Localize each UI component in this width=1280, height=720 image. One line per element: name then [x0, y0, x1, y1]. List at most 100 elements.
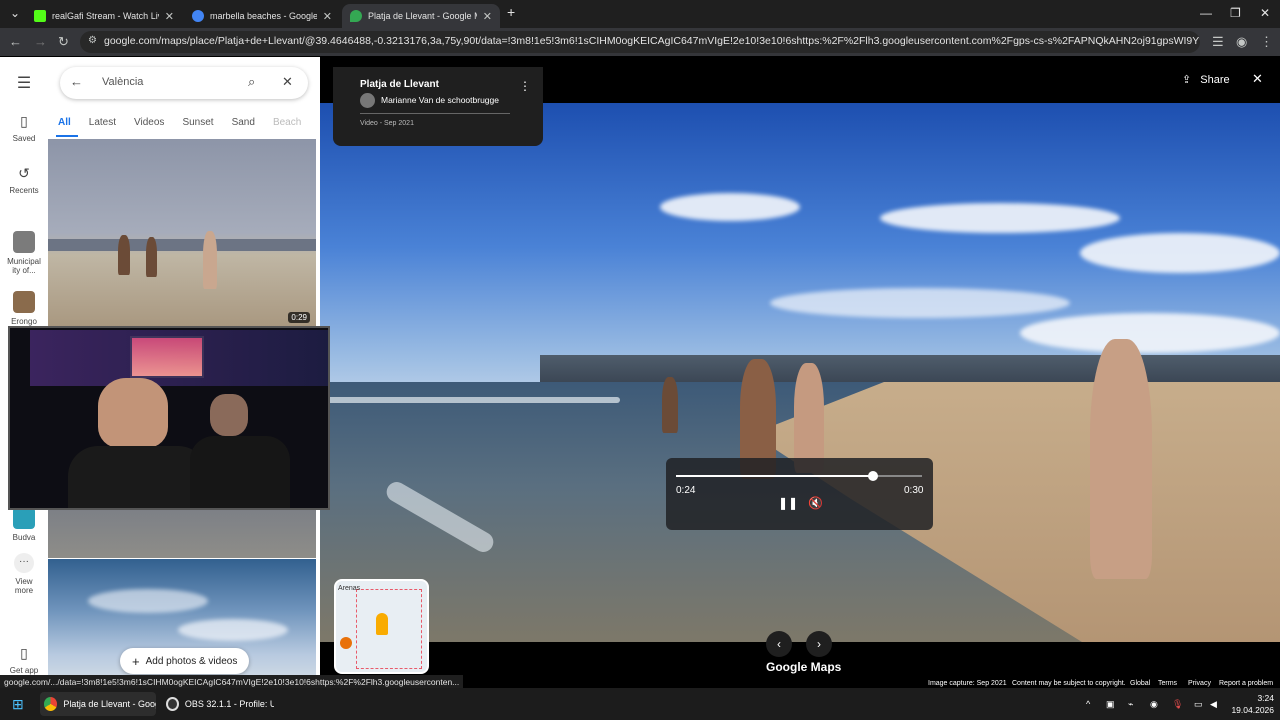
profile-icon[interactable]: ◉ — [1236, 34, 1247, 50]
address-text: google.com/maps/place/Platja+de+Llevant/… — [104, 35, 1200, 47]
rail-view-more[interactable]: ··· View more — [0, 553, 48, 595]
back-arrow-icon[interactable]: ← — [70, 74, 83, 89]
pause-icon[interactable]: ❚❚ — [778, 496, 798, 510]
tab-marbella[interactable]: marbella beaches - Google Sea ✕ — [184, 4, 340, 28]
cloud — [770, 288, 1070, 318]
footer-privacy-link[interactable]: Privacy — [1188, 680, 1211, 687]
author-name[interactable]: Marianne Van de schootbrugge — [381, 95, 499, 105]
rail-get-app[interactable]: ▯ Get app — [0, 645, 48, 675]
add-photos-button[interactable]: + Add photos & videos — [120, 648, 250, 674]
cloud — [88, 589, 208, 613]
search-box[interactable]: ← València ⌕ ✕ — [60, 67, 308, 99]
map-boundary — [356, 589, 422, 669]
windows-start-icon[interactable]: ⊞ — [12, 692, 24, 716]
place-thumbnail — [13, 231, 35, 253]
sea-strip — [48, 239, 316, 251]
kick-favicon-icon — [34, 10, 46, 22]
tab-strip: ⌄ realGafi Stream - Watch Live o ✕ marbe… — [0, 0, 1280, 28]
taskbar-obs[interactable]: OBS 32.1.1 - Profile: Unti — [162, 692, 274, 716]
taskbar-clock[interactable]: 3:24 19.04.2026 — [1222, 692, 1274, 716]
tab-title: marbella beaches - Google Sea — [210, 11, 317, 21]
footer-terms-link[interactable]: Terms — [1158, 680, 1177, 687]
person-figure — [662, 377, 678, 433]
microphone-icon[interactable]: 🎙 — [1172, 692, 1183, 716]
mini-map[interactable]: Arenas — [334, 579, 429, 674]
divider — [360, 113, 510, 114]
photo-thumbnail[interactable] — [48, 502, 316, 558]
close-tab-icon[interactable]: ✕ — [323, 10, 332, 23]
more-icon: ··· — [14, 553, 34, 573]
close-viewer-icon[interactable]: ✕ — [1252, 71, 1263, 87]
footer-report-link[interactable]: Report a problem — [1219, 680, 1273, 687]
back-icon[interactable]: ← — [9, 34, 22, 49]
new-tab-button[interactable]: + — [507, 4, 515, 20]
address-bar[interactable]: ⚙ google.com/maps/place/Platja+de+Llevan… — [80, 31, 1200, 53]
tab-all[interactable]: All — [58, 117, 71, 128]
close-window-icon[interactable]: ✕ — [1260, 6, 1270, 20]
maps-favicon-icon — [350, 10, 362, 22]
tab-realgafi[interactable]: realGafi Stream - Watch Live o ✕ — [26, 4, 182, 28]
search-input[interactable]: València — [102, 76, 143, 88]
footer-global-link[interactable]: Global — [1130, 680, 1150, 687]
streamer-head — [98, 378, 168, 448]
rail-saved[interactable]: ▯ Saved — [0, 113, 48, 143]
media-viewer[interactable]: ⇪ Share ✕ ‹ › Google Maps — [320, 57, 1280, 687]
cast-icon[interactable]: ☰ — [1212, 34, 1224, 50]
photo-info-card: Platja de Llevant ⋮ Marianne Van de scho… — [333, 67, 543, 146]
cloud — [880, 203, 1120, 233]
muted-icon[interactable]: 🔇 — [808, 496, 823, 510]
cloud — [1020, 313, 1280, 353]
site-info-icon[interactable]: ⚙ — [88, 35, 97, 46]
tab-search-icon[interactable]: ⌄ — [10, 6, 20, 20]
share-icon: ⇪ — [1182, 74, 1192, 86]
volume-icon[interactable]: ◀ — [1210, 692, 1217, 716]
tab-platja[interactable]: Platja de Llevant - Google M ✕ — [342, 4, 500, 28]
tab-title: Platja de Llevant - Google M — [368, 11, 477, 21]
windows-taskbar: ⊞ Platja de Llevant - Goog OBS 32.1.1 - … — [0, 688, 1280, 720]
tab-sand[interactable]: Sand — [232, 117, 255, 128]
rail-recent-budva[interactable]: Budva — [0, 507, 48, 542]
restaurant-pin-icon — [340, 637, 352, 649]
rail-recent-erongo[interactable]: Erongo — [0, 291, 48, 326]
taskbar-chrome[interactable]: Platja de Llevant - Goog — [40, 692, 156, 716]
security-icon[interactable]: ▣ — [1106, 692, 1115, 716]
tab-beach[interactable]: Beach — [273, 117, 301, 128]
restore-icon[interactable]: ❐ — [1230, 6, 1241, 20]
progress-track[interactable] — [676, 471, 922, 481]
minimize-icon[interactable]: — — [1200, 6, 1212, 20]
hamburger-menu-icon[interactable]: ☰ — [0, 73, 48, 93]
share-button[interactable]: ⇪ Share — [1182, 73, 1230, 86]
display-icon[interactable]: ▭ — [1194, 692, 1203, 716]
photo-thumbnail-video[interactable]: 0:29 — [48, 139, 316, 327]
more-options-icon[interactable]: ⋮ — [519, 79, 531, 93]
close-tab-icon[interactable]: ✕ — [483, 10, 492, 23]
forward-icon[interactable]: → — [34, 34, 47, 49]
streamer-body — [68, 446, 208, 508]
tab-latest[interactable]: Latest — [89, 117, 116, 128]
person-figure — [146, 237, 157, 277]
avatar[interactable] — [360, 93, 375, 108]
elapsed-time: 0:24 — [676, 485, 696, 496]
search-icon[interactable]: ⌕ — [248, 74, 255, 90]
clear-search-icon[interactable]: ✕ — [282, 74, 293, 90]
rail-recents[interactable]: ↺ Recents — [0, 165, 48, 195]
previous-photo-button[interactable]: ‹ — [766, 631, 792, 657]
photo-filter-tabs: All Latest Videos Sunset Sand Beach — [58, 117, 301, 128]
close-tab-icon[interactable]: ✕ — [165, 10, 174, 23]
google-favicon-icon — [192, 10, 204, 22]
tab-videos[interactable]: Videos — [134, 117, 164, 128]
person-body — [190, 436, 290, 508]
next-photo-button[interactable]: › — [806, 631, 832, 657]
tab-sunset[interactable]: Sunset — [182, 117, 213, 128]
reload-icon[interactable]: ↻ — [58, 34, 69, 50]
network-icon[interactable]: ⌁ — [1128, 692, 1133, 716]
show-hidden-icons[interactable]: ^ — [1086, 692, 1090, 716]
menu-dots-icon[interactable]: ⋮ — [1260, 34, 1273, 50]
copyright-notice: Content may be subject to copyright. — [1012, 680, 1126, 687]
browser-toolbar: ← → ↻ ⚙ google.com/maps/place/Platja+de+… — [0, 28, 1280, 56]
steam-icon[interactable]: ◉ — [1150, 692, 1158, 716]
rail-recent-municipality[interactable]: Municipal ity of... — [0, 231, 48, 275]
place-title[interactable]: Platja de Llevant — [360, 79, 439, 90]
progress-handle[interactable] — [867, 471, 878, 481]
port-skyline — [540, 355, 1280, 383]
